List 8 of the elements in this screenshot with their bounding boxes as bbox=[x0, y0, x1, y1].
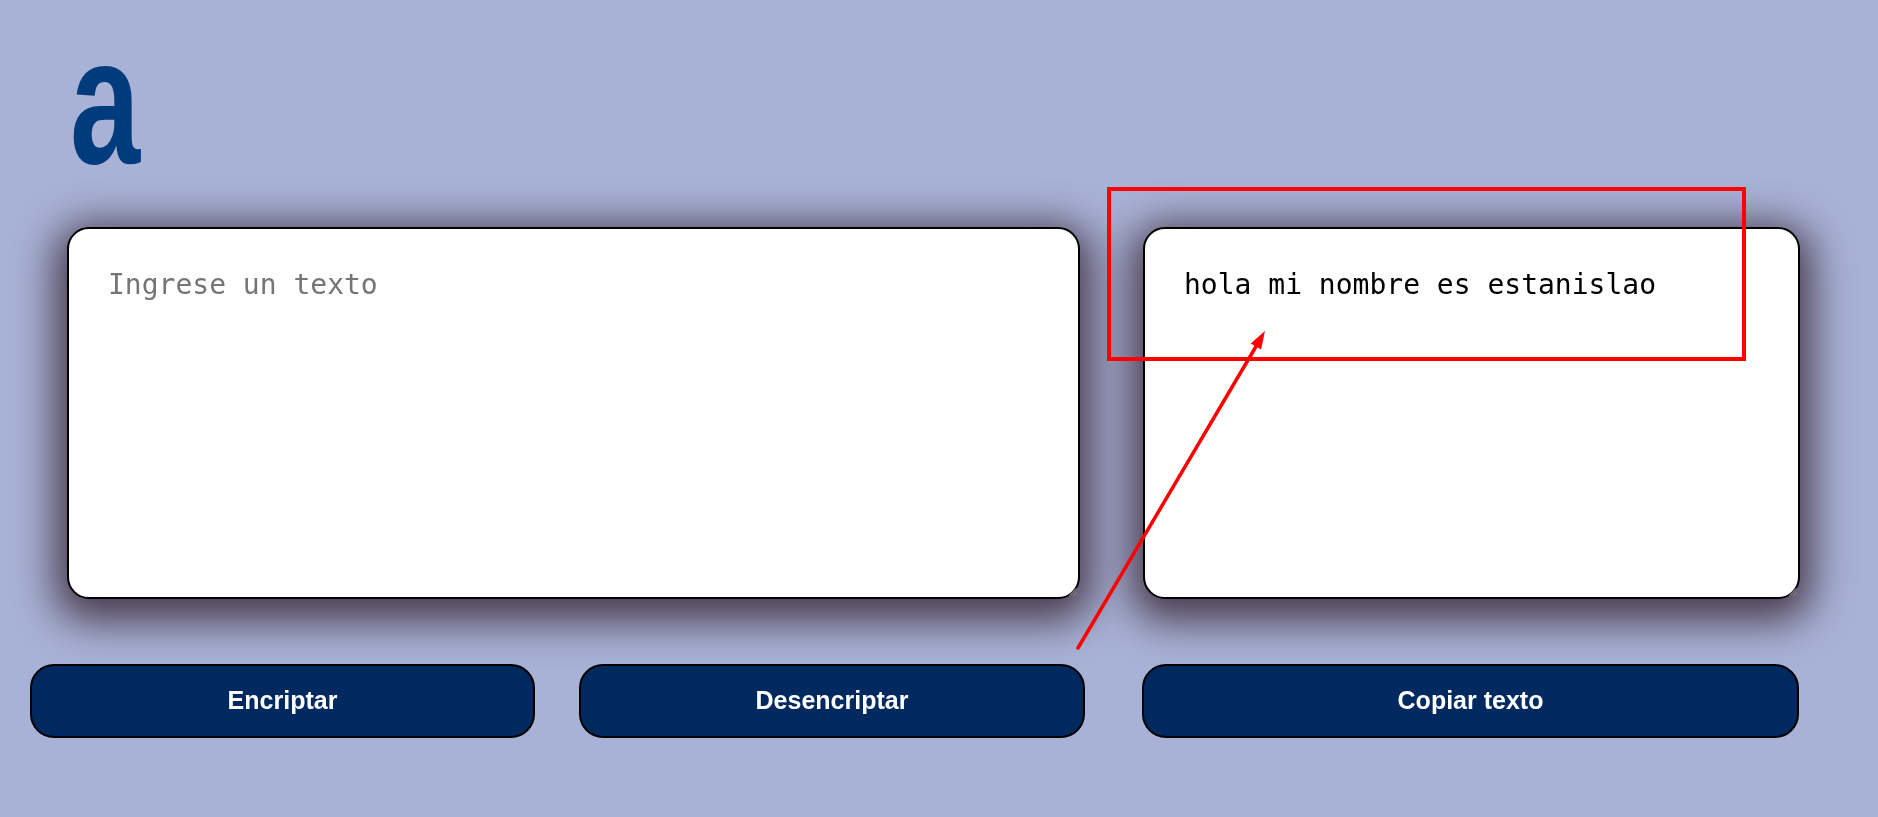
copy-button[interactable]: Copiar texto bbox=[1142, 664, 1799, 738]
encrypt-button[interactable]: Encriptar bbox=[30, 664, 535, 738]
text-output-field[interactable]: hola mi nombre es estanislao bbox=[1143, 227, 1800, 599]
resize-grip-icon[interactable] bbox=[1068, 587, 1077, 596]
decrypt-button[interactable]: Desencriptar bbox=[579, 664, 1085, 738]
text-input-field[interactable]: Ingrese un texto bbox=[67, 227, 1080, 599]
resize-grip-icon[interactable] bbox=[1788, 587, 1797, 596]
logo: a bbox=[70, 63, 141, 163]
